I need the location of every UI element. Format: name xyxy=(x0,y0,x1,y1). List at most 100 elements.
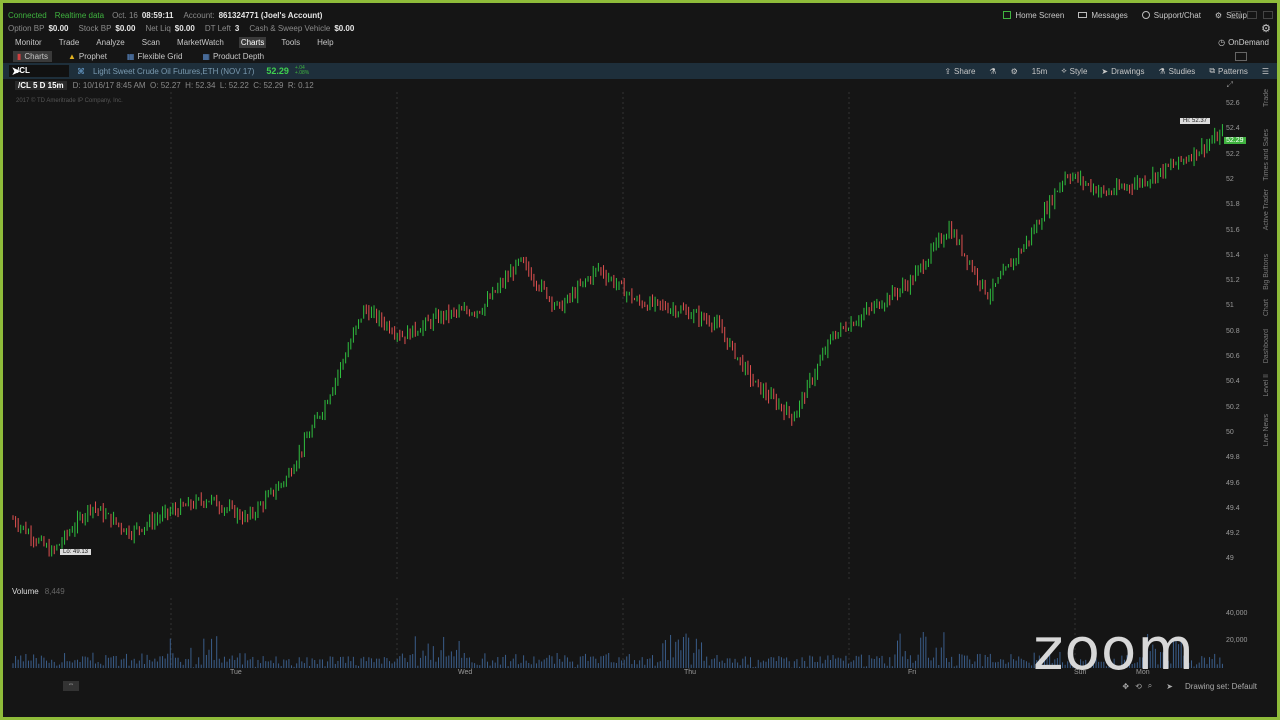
volume-axis: 40,000 20,000 xyxy=(1224,598,1256,668)
chart-icon: ▮ xyxy=(17,51,22,61)
style-button[interactable]: ⟡ Style xyxy=(1061,66,1087,76)
menu-tools[interactable]: Tools xyxy=(279,37,302,48)
maximize-button[interactable] xyxy=(1247,11,1257,19)
zoom-watermark: zoom xyxy=(1033,615,1195,683)
support-label: Support/Chat xyxy=(1153,10,1201,20)
chart-title: /CL 5 D 15m xyxy=(15,80,67,90)
close-button[interactable] xyxy=(1263,11,1273,19)
envelope-icon xyxy=(1078,12,1088,18)
subtab-charts[interactable]: ▮ Charts xyxy=(13,50,52,62)
side-tab[interactable]: Level II xyxy=(1263,374,1277,397)
style-icon: ⟡ xyxy=(1061,66,1067,75)
messages-button[interactable]: Messages xyxy=(1078,10,1128,20)
subtab-product-depth[interactable]: ▦ Product Depth xyxy=(198,51,268,62)
price-tick: 51 xyxy=(1226,302,1234,310)
chart-subtabs: ▮ Charts ▲ Prophet ▦ Flexible Grid ▦ Product… xyxy=(3,49,1277,63)
subtab-charts-label: Charts xyxy=(24,51,48,61)
cursor-icon: ➤ xyxy=(1101,66,1109,76)
price-axis[interactable]: 52.6 52.4 52.2 52 51.8 51.6 51.4 51.2 51 50.8 50.6… xyxy=(1224,92,1256,580)
price-tick: 49.8 xyxy=(1226,454,1240,462)
price-tick: 51.6 xyxy=(1226,226,1240,234)
side-tab[interactable]: Live News xyxy=(1263,414,1277,446)
price-chart[interactable]: 2017 © TD Ameritrade IP Company, Inc. Hi… xyxy=(12,92,1224,580)
messages-label: Messages xyxy=(1091,10,1128,20)
studies-button[interactable]: ⚗ Studies xyxy=(1158,67,1195,76)
share-button[interactable]: ⇪ Share xyxy=(944,67,975,76)
side-tab[interactable]: Trade xyxy=(1263,89,1277,107)
share-icon: ⇪ xyxy=(944,66,952,76)
drawing-set-label[interactable]: Drawing set: Default xyxy=(1185,682,1257,691)
stock-bp-label: Stock BP xyxy=(78,24,112,33)
studies-label: Studies xyxy=(1168,66,1196,76)
volume-label: Volume xyxy=(12,586,39,596)
scroll-left-button[interactable]: ⇔ xyxy=(63,681,79,691)
ondemand-icon: ◷ xyxy=(1218,37,1226,47)
layout-icon[interactable] xyxy=(1235,51,1247,61)
side-panel-tabs: Trade Times and Sales Active Trader Big But… xyxy=(1263,79,1277,469)
app-window: Connected Realtime data Oct. 16 08:59:11… xyxy=(0,0,1280,720)
link-icon[interactable]: ⌘ xyxy=(77,67,85,76)
side-tab[interactable]: Big Buttons xyxy=(1263,254,1277,290)
price-tick: 50.4 xyxy=(1226,378,1240,386)
account-name[interactable]: 861324771 (Joel's Account) xyxy=(219,11,323,20)
account-label: Account: xyxy=(183,10,215,20)
price-tick: 51.4 xyxy=(1226,251,1240,259)
price-tick: 50.6 xyxy=(1226,353,1240,360)
warning-icon: ▲ xyxy=(67,51,76,61)
home-icon xyxy=(1003,11,1012,19)
price-tick: 52.4 xyxy=(1226,125,1240,133)
price-tick: 50.2 xyxy=(1226,403,1240,411)
price-tick: 49 xyxy=(1226,555,1234,563)
price-chart-svg xyxy=(12,92,1223,580)
settings-gear-icon[interactable]: ⚙ xyxy=(1261,22,1271,35)
volume-header: Volume 8,449 xyxy=(12,585,65,597)
subtab-flexible-grid[interactable]: ▦ Flexible Grid xyxy=(123,51,186,62)
home-screen-button[interactable]: Home Screen xyxy=(1003,11,1064,20)
side-tab[interactable]: Times and Sales xyxy=(1263,129,1277,181)
expand-chart-icon[interactable]: ⤢ xyxy=(1227,80,1233,90)
timeframe-button[interactable]: 15m xyxy=(1032,67,1048,76)
time-tick: Tue xyxy=(230,669,242,676)
subtab-prophet-label: Prophet xyxy=(78,51,107,61)
depth-icon: ▦ xyxy=(202,51,210,61)
mouse-cursor-icon: ➤ xyxy=(11,64,22,78)
ohlc-readout: D: 10/16/17 8:45 AM O: 52.27 H: 52.34 L:… xyxy=(72,80,314,90)
net-liq-value: $0.00 xyxy=(174,24,195,33)
patterns-icon: ⧉ xyxy=(1209,66,1216,75)
menu-trade[interactable]: Trade xyxy=(57,37,82,48)
style-label: Style xyxy=(1069,66,1088,76)
menu-help[interactable]: Help xyxy=(315,37,335,48)
price-change: +.04 +.08% xyxy=(294,65,310,76)
side-tab[interactable]: Dashboard xyxy=(1263,329,1277,363)
minimize-button[interactable] xyxy=(1231,11,1241,19)
menu-marketwatch[interactable]: MarketWatch xyxy=(175,37,226,48)
patterns-button[interactable]: ⧉ Patterns xyxy=(1209,66,1248,76)
side-tab[interactable]: Chart xyxy=(1263,299,1277,316)
headset-icon xyxy=(1141,11,1150,19)
flask-icon[interactable]: ⚗ xyxy=(989,67,996,76)
support-chat-button[interactable]: Support/Chat xyxy=(1141,10,1201,20)
main-menu: Monitor Trade Analyze Scan MarketWatch C… xyxy=(3,35,1277,49)
menu-monitor[interactable]: Monitor xyxy=(13,37,44,48)
chart-menu-icon[interactable]: ☰ xyxy=(1262,67,1269,76)
data-type: Realtime data xyxy=(54,10,105,20)
subtab-product-depth-label: Product Depth xyxy=(212,51,265,61)
grid-icon: ▦ xyxy=(126,51,135,61)
chart-settings-icon[interactable]: ⚙ xyxy=(1011,67,1018,76)
drawings-button[interactable]: ➤ Drawings xyxy=(1101,67,1144,76)
status-bar: Connected Realtime data Oct. 16 08:59:11… xyxy=(3,8,1277,22)
copyright-text: 2017 © TD Ameritrade IP Company, Inc. xyxy=(16,98,123,104)
share-label: Share xyxy=(954,66,976,76)
net-liq-label: Net Liq xyxy=(145,24,171,33)
menu-charts[interactable]: Charts xyxy=(238,36,267,48)
price-tick: 52.6 xyxy=(1226,100,1240,107)
subtab-prophet[interactable]: ▲ Prophet xyxy=(64,51,111,62)
chart-legend: /CL 5 D 15m D: 10/16/17 8:45 AM O: 52.27… xyxy=(3,79,1277,91)
ondemand-button[interactable]: OnDemand xyxy=(1228,38,1269,47)
menu-scan[interactable]: Scan xyxy=(140,37,162,48)
cash-sweep-value: $0.00 xyxy=(334,24,355,33)
menu-analyze[interactable]: Analyze xyxy=(94,37,126,48)
cash-sweep-label: Cash & Sweep Vehicle xyxy=(249,24,331,33)
time-tick: Fri xyxy=(908,669,917,676)
side-tab[interactable]: Active Trader xyxy=(1263,189,1277,230)
